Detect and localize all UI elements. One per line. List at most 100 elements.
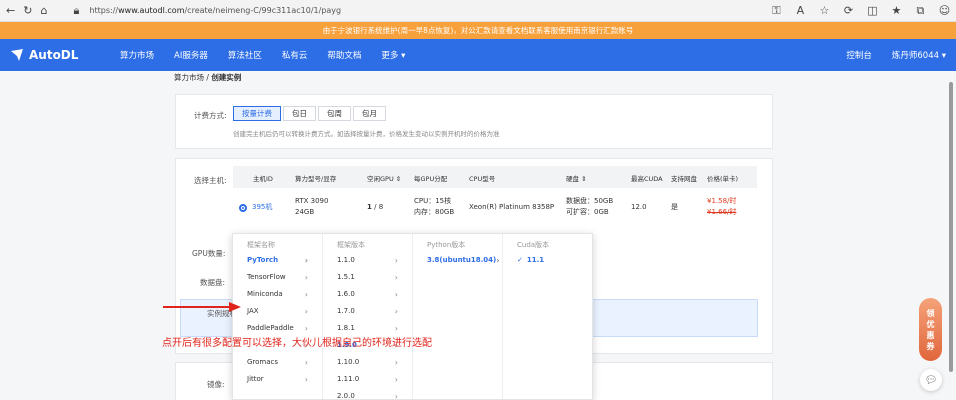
billing-tabs: 按量计费 包日 包周 包月 bbox=[233, 106, 388, 121]
billing-tab-weekly[interactable]: 包周 bbox=[318, 106, 351, 121]
col-netdisk: 支持网盘 bbox=[671, 175, 697, 183]
top-navigation: AutoDL 算力市场 AI服务器 算法社区 私有云 帮助文档 更多 ▾ 控制台… bbox=[0, 39, 956, 71]
user-menu[interactable]: 炼丹师6044 ▾ bbox=[892, 49, 946, 61]
chevron-right-icon: › bbox=[394, 358, 398, 367]
cuda-header: Cuda版本 bbox=[517, 241, 550, 249]
chevron-right-icon: › bbox=[304, 358, 308, 367]
framework-option[interactable]: PyTorch › bbox=[233, 252, 322, 269]
nav-item-community[interactable]: 算法社区 bbox=[218, 49, 272, 61]
back-icon[interactable]: ← bbox=[6, 4, 15, 18]
python-option[interactable]: 3.8(ubuntu18.04) › bbox=[413, 252, 502, 269]
main-content: 算力市场 / 创建实例 计费方式: 按量计费 包日 包周 包月 创建完主机后仍可… bbox=[174, 72, 774, 400]
price: ¥1.58/时 ¥1.66/时 bbox=[707, 197, 737, 216]
coupon-badge[interactable]: 领 优 惠 券 bbox=[919, 298, 942, 361]
framework-option[interactable]: Gromacs › bbox=[233, 354, 322, 371]
version-option[interactable]: 1.1.0 › bbox=[323, 252, 412, 269]
nav-item-market[interactable]: 算力市场 bbox=[110, 49, 164, 61]
annotation-arrow-icon bbox=[163, 302, 241, 312]
max-cuda: 12.0 bbox=[631, 203, 647, 211]
chevron-right-icon: › bbox=[304, 256, 308, 265]
profile-icon[interactable]: ☺ bbox=[937, 4, 951, 18]
chevron-right-icon: › bbox=[394, 307, 398, 316]
nav-item-docs[interactable]: 帮助文档 bbox=[317, 49, 371, 61]
disk-info: 数据盘：50GB 可扩容：0GB bbox=[566, 197, 614, 216]
host-table-header: 主机ID 算力型号/显存 空闲GPU ⇕ 每GPU分配 CPU型号 硬盘 ⇕ 最… bbox=[233, 166, 757, 188]
chat-button[interactable]: 💬︎ bbox=[920, 369, 942, 391]
billing-hint: 创建完主机后仍可以转换计费方式。如选择按量计费，价格发生变动以实例开机时的价格为… bbox=[233, 130, 500, 138]
check-icon: ✓ bbox=[517, 256, 523, 264]
chevron-right-icon: › bbox=[394, 256, 398, 265]
chevron-down-icon: ▾ bbox=[401, 51, 406, 61]
home-icon[interactable]: ⌂ bbox=[40, 4, 47, 18]
brand-name: AutoDL bbox=[29, 48, 79, 62]
breadcrumb-market[interactable]: 算力市场 bbox=[174, 73, 204, 82]
favorites-bar-icon[interactable]: ★ bbox=[889, 4, 903, 18]
version-option[interactable]: 1.7.0 › bbox=[323, 303, 412, 320]
brand-logo[interactable]: AutoDL bbox=[10, 48, 110, 62]
framework-option[interactable]: Miniconda › bbox=[233, 286, 322, 303]
read-aloud-icon[interactable]: A bbox=[793, 4, 807, 18]
col-cuda: 最高CUDA bbox=[631, 175, 663, 183]
data-disk-label: 数据盘: bbox=[200, 278, 226, 287]
version-option[interactable]: 1.11.0 › bbox=[323, 371, 412, 388]
chevron-right-icon: › bbox=[394, 273, 398, 282]
col-cpu-model: CPU型号 bbox=[469, 175, 496, 183]
host-label: 选择主机: bbox=[194, 176, 227, 185]
framework-option[interactable]: Jittor › bbox=[233, 371, 322, 388]
annotation-text: 点开后有很多配置可以选择，大伙儿根据自己的环境进行选配 bbox=[162, 338, 432, 349]
billing-label: 计费方式: bbox=[194, 111, 227, 120]
split-screen-icon[interactable]: ◫ bbox=[865, 4, 879, 18]
collections-icon[interactable]: ⧉ bbox=[913, 4, 927, 18]
page-scrollbar[interactable] bbox=[949, 82, 953, 372]
col-price: 价格(单卡) bbox=[707, 175, 739, 183]
version-option[interactable]: 2.0.0 › bbox=[323, 388, 412, 400]
nav-item-private-cloud[interactable]: 私有云 bbox=[272, 49, 318, 61]
host-radio-selected[interactable] bbox=[239, 204, 247, 212]
refresh-icon[interactable]: ↻ bbox=[23, 4, 32, 18]
col-free-gpu[interactable]: 空闲GPU ⇕ bbox=[367, 173, 401, 183]
billing-card: 计费方式: 按量计费 包日 包周 包月 创建完主机后仍可以转换计费方式。如选择按… bbox=[175, 94, 773, 149]
col-disk[interactable]: 硬盘 ⇕ bbox=[566, 173, 587, 183]
netdisk-support: 是 bbox=[671, 203, 678, 211]
gpu-model: RTX 3090 24GB bbox=[295, 197, 329, 216]
chat-icon: 💬︎ bbox=[924, 374, 938, 386]
cpu-model: Xeon(R) Platinum 8358P bbox=[469, 203, 555, 211]
favorite-icon[interactable]: ☆ bbox=[817, 4, 831, 18]
version-option[interactable]: 1.10.0 › bbox=[323, 354, 412, 371]
version-option[interactable]: 1.6.0 › bbox=[323, 286, 412, 303]
chevron-right-icon: › bbox=[304, 375, 308, 384]
sort-icon: ⇕ bbox=[395, 175, 402, 183]
url-text: https://www.autodl.com/create/neimeng-C/… bbox=[89, 6, 342, 15]
python-column: Python版本 3.8(ubuntu18.04) › bbox=[413, 234, 503, 399]
framework-column: 框架名称 PyTorch › TensorFlow › Miniconda › JAX… bbox=[233, 234, 323, 399]
gpu-count-label: GPU数量: bbox=[192, 249, 226, 258]
image-cascade-dropdown: 框架名称 PyTorch › TensorFlow › Miniconda › JAX… bbox=[232, 233, 593, 400]
host-id[interactable]: 395机 bbox=[252, 202, 272, 213]
browser-toolbar: ← ↻ ⌂ 🔒︎ https://www.autodl.com/create/n… bbox=[0, 0, 956, 22]
chevron-right-icon: › bbox=[304, 273, 308, 282]
version-column: 框架版本 1.1.0 › 1.5.1 › 1.6.0 › 1.7.0 › 1.8.1 › … bbox=[323, 234, 413, 400]
chevron-right-icon: › bbox=[394, 290, 398, 299]
breadcrumb-current: 创建实例 bbox=[211, 73, 242, 82]
version-header: 框架版本 bbox=[337, 241, 365, 249]
python-header: Python版本 bbox=[427, 241, 466, 249]
framework-option[interactable]: JAX › bbox=[233, 303, 322, 320]
table-row[interactable]: 395机 RTX 3090 24GB 1 / 8 CPU：15核 内存：80GB X… bbox=[233, 188, 757, 228]
col-host-id: 主机ID bbox=[253, 175, 273, 183]
key-icon[interactable]: ⚿ bbox=[769, 4, 783, 18]
cuda-option[interactable]: ✓ 11.1 bbox=[503, 252, 592, 269]
billing-tab-monthly[interactable]: 包月 bbox=[353, 106, 386, 121]
breadcrumb: 算力市场 / 创建实例 bbox=[174, 73, 242, 82]
nav-item-ai-server[interactable]: AI服务器 bbox=[164, 49, 218, 61]
version-option[interactable]: 1.5.1 › bbox=[323, 269, 412, 286]
billing-tab-daily[interactable]: 包日 bbox=[283, 106, 316, 121]
nav-item-more[interactable]: 更多 ▾ bbox=[371, 49, 415, 61]
extension-icon[interactable]: ⟳ bbox=[841, 4, 855, 18]
billing-tab-payg[interactable]: 按量计费 bbox=[233, 106, 281, 121]
framework-option[interactable]: TensorFlow › bbox=[233, 269, 322, 286]
console-link[interactable]: 控制台 bbox=[846, 49, 872, 61]
address-bar[interactable]: 🔒︎ https://www.autodl.com/create/neimeng… bbox=[61, 3, 761, 19]
chevron-right-icon: › bbox=[304, 307, 308, 316]
sort-icon: ⇕ bbox=[581, 175, 587, 183]
col-gpu-model: 算力型号/显存 bbox=[295, 175, 337, 183]
